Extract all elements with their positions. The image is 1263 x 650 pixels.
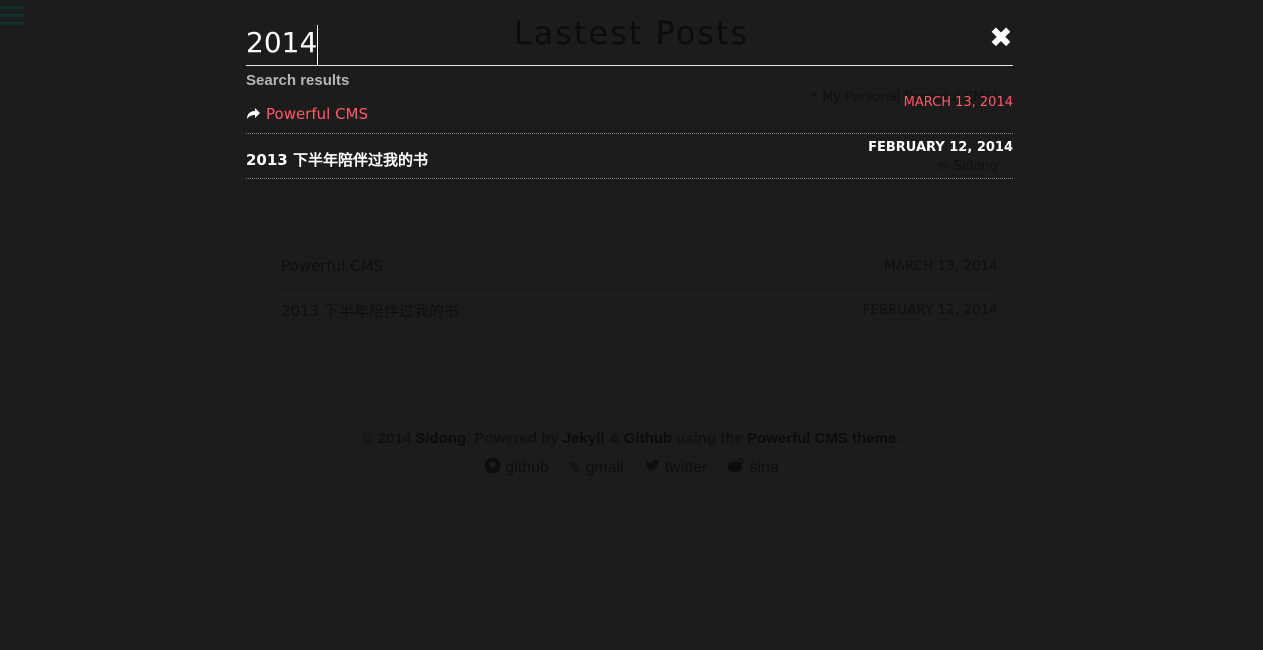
post-date: MARCH 13, 2014 (884, 258, 998, 274)
search-result-date: MARCH 13, 2014 (903, 95, 1013, 110)
search-bar: ✖ (246, 20, 1013, 66)
social-link-github[interactable]: github (484, 457, 549, 478)
close-icon[interactable]: ✖ (989, 24, 1013, 52)
github-link[interactable]: Github (624, 430, 672, 447)
post-list-item[interactable]: 2013 下半年陪伴过我的书 FEBRUARY 12, 2014 (281, 288, 998, 333)
search-overlay: ✖ Search results Powerful CMS MARCH 13, … (246, 20, 1013, 179)
search-result-title[interactable]: Powerful CMS (266, 105, 368, 123)
github-icon (484, 457, 501, 478)
search-input[interactable] (246, 22, 946, 62)
social-link-gmail[interactable]: ✎ gmail (569, 457, 624, 478)
share-arrow-icon (246, 105, 261, 124)
author-link[interactable]: Sidong (415, 430, 466, 447)
post-date: FEBRUARY 12, 2014 (862, 302, 998, 318)
social-links: github ✎ gmail twitter sina (0, 457, 1263, 478)
post-list-item[interactable]: Powerful CMS MARCH 13, 2014 (281, 244, 998, 289)
footer-credits: © 2014 Sidong. Powered by Jekyll & Githu… (362, 430, 901, 447)
search-results-list: Powerful CMS MARCH 13, 2014 2013 下半年陪伴过我… (246, 89, 1013, 179)
post-title[interactable]: Powerful CMS (281, 257, 383, 275)
twitter-icon (644, 458, 661, 477)
search-result-title[interactable]: 2013 下半年陪伴过我的书 (246, 149, 428, 170)
post-title[interactable]: 2013 下半年陪伴过我的书 (281, 300, 459, 321)
search-result-date: FEBRUARY 12, 2014 (868, 140, 1013, 155)
weibo-icon (727, 458, 745, 477)
search-result-item[interactable]: Powerful CMS MARCH 13, 2014 (246, 89, 1013, 134)
theme-link[interactable]: Powerful CMS theme (747, 430, 896, 447)
pencil-icon: ✎ (568, 459, 582, 477)
social-link-twitter[interactable]: twitter (644, 457, 707, 478)
search-result-item[interactable]: 2013 下半年陪伴过我的书 FEBRUARY 12, 2014 (246, 134, 1013, 179)
text-caret (317, 25, 318, 65)
social-link-sina[interactable]: sina (727, 457, 779, 478)
search-results-heading: Search results (246, 72, 350, 89)
footer-divider (247, 409, 1007, 410)
jekyll-link[interactable]: Jekyll (563, 430, 605, 447)
